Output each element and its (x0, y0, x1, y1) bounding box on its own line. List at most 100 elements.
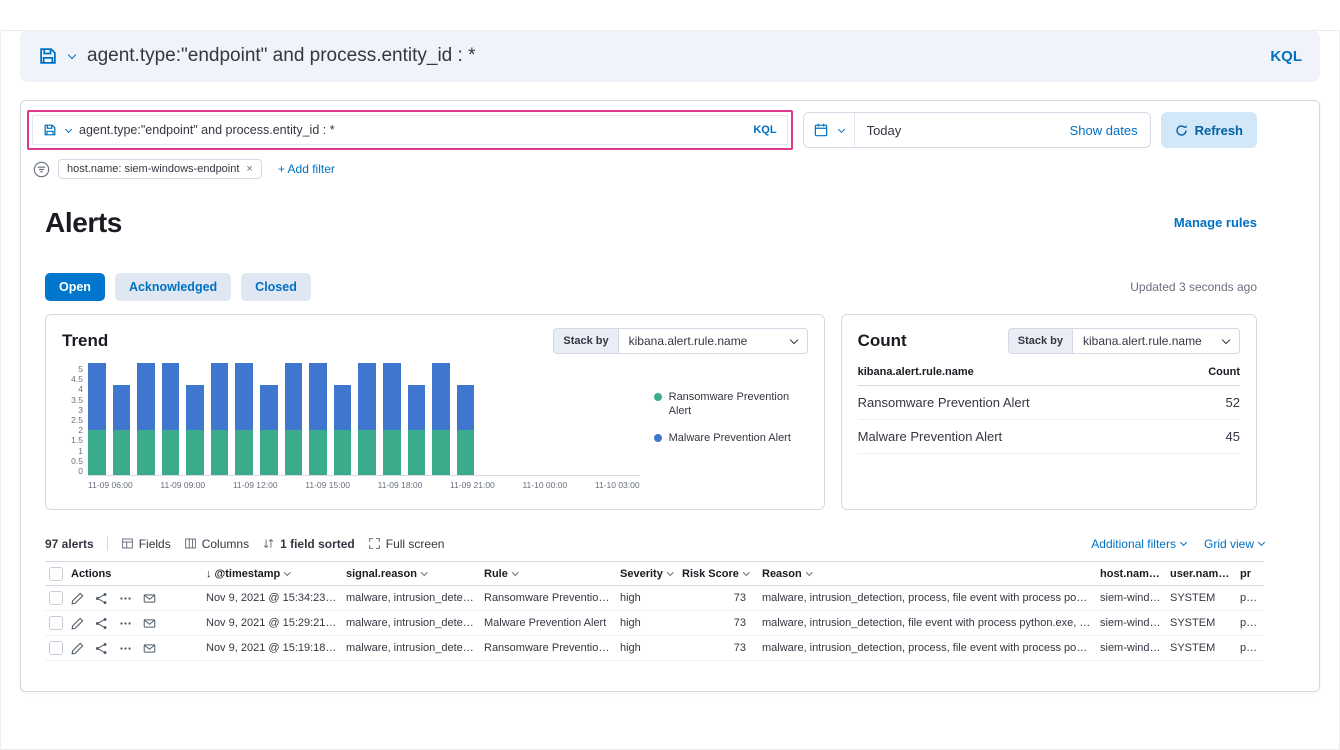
investigate-in-timeline-icon[interactable] (71, 642, 84, 655)
select-all-checkbox[interactable] (49, 567, 63, 581)
column-header-signal-reason[interactable]: signal.reason (346, 568, 484, 580)
full-screen-button[interactable]: Full screen (368, 537, 445, 551)
trend-stack-by-control: Stack by kibana.alert.rule.name (553, 328, 807, 354)
row-checkbox[interactable] (49, 591, 63, 605)
calendar-icon (814, 123, 828, 137)
sort-desc-icon: ↓ (206, 568, 212, 580)
query-input[interactable]: agent.type:"endpoint" and process.entity… (87, 45, 1258, 67)
count-table-row[interactable]: Malware Prevention Alert45 (858, 420, 1240, 454)
event-details-icon[interactable] (143, 617, 156, 630)
updated-status-text: Updated 3 seconds ago (1130, 280, 1257, 294)
trend-panel: Trend Stack by kibana.alert.rule.name 54… (45, 314, 825, 510)
query-input[interactable]: agent.type:"endpoint" and process.entity… (79, 123, 745, 137)
analyze-event-icon[interactable] (95, 617, 108, 630)
chevron-down-icon (667, 569, 673, 575)
y-tick-label: 4 (78, 384, 83, 394)
event-details-icon[interactable] (143, 592, 156, 605)
additional-filters-dropdown[interactable]: Additional filters (1091, 537, 1186, 551)
show-dates-link[interactable]: Show dates (1070, 123, 1150, 138)
column-header--timestamp[interactable]: ↓@timestamp (206, 568, 346, 580)
bar-segment-ransomware-prevention-alert (211, 430, 229, 475)
tab-open[interactable]: Open (45, 273, 105, 301)
analyze-event-icon[interactable] (95, 592, 108, 605)
bar-segment-ransomware-prevention-alert (334, 430, 352, 475)
y-tick-label: 3 (78, 405, 83, 415)
count-title: Count (858, 331, 907, 351)
sort-icon (262, 537, 275, 550)
grid-view-dropdown[interactable]: Grid view (1204, 537, 1264, 551)
column-header-severity[interactable]: Severity (620, 568, 682, 580)
remove-filter-icon[interactable]: × (246, 163, 252, 175)
rule-cell: Ransomware Prevention Al... (484, 592, 620, 604)
fields-button[interactable]: Fields (121, 537, 171, 551)
signal-reason-cell: malware, intrusion_detectio... (346, 617, 484, 629)
trend-bar (186, 385, 204, 475)
columns-button[interactable]: Columns (184, 537, 249, 551)
bar-segment-malware-prevention-alert (358, 363, 376, 430)
date-picker-calendar-button[interactable] (804, 113, 855, 147)
count-stack-by-select[interactable]: kibana.alert.rule.name (1072, 328, 1240, 354)
chevron-down-icon (743, 569, 749, 575)
fields-icon (121, 537, 134, 550)
status-tabs: Open Acknowledged Closed (45, 273, 311, 301)
y-tick-label: 1.5 (71, 435, 83, 445)
event-details-icon[interactable] (143, 642, 156, 655)
analyze-event-icon[interactable] (95, 642, 108, 655)
filter-pill-label: host.name: siem-windows-endpoint (67, 163, 239, 175)
investigate-in-timeline-icon[interactable] (71, 617, 84, 630)
date-picker[interactable]: Today Show dates (803, 112, 1151, 148)
risk-score-cell: 73 (682, 617, 762, 629)
trend-title: Trend (62, 331, 108, 351)
column-header-rule[interactable]: Rule (484, 568, 620, 580)
refresh-button[interactable]: Refresh (1161, 112, 1257, 148)
alert-table-row: Nov 9, 2021 @ 15:29:21.102malware, intru… (45, 611, 1264, 636)
alerts-count: 97 alerts (45, 537, 94, 551)
manage-rules-link[interactable]: Manage rules (1174, 215, 1257, 230)
more-actions-icon[interactable] (119, 642, 132, 655)
query-bar-zoomed: agent.type:"endpoint" and process.entity… (20, 30, 1320, 82)
x-tick-label: 11-09 06:00 (88, 480, 133, 490)
filter-pill-host-name[interactable]: host.name: siem-windows-endpoint × (58, 159, 262, 179)
bar-segment-malware-prevention-alert (211, 363, 229, 430)
column-header-user-name[interactable]: user.name (1170, 568, 1240, 580)
more-actions-icon[interactable] (119, 592, 132, 605)
kql-label[interactable]: KQL (1270, 48, 1302, 65)
rule-count: 45 (1226, 429, 1240, 444)
y-tick-label: 0 (78, 466, 83, 476)
more-actions-icon[interactable] (119, 617, 132, 630)
rule-name: Ransomware Prevention Alert (858, 395, 1030, 410)
process-cell: po... (1240, 592, 1264, 604)
saved-query-menu-button[interactable] (43, 123, 71, 137)
count-table-row[interactable]: Ransomware Prevention Alert52 (858, 386, 1240, 420)
query-bar[interactable]: agent.type:"endpoint" and process.entity… (32, 115, 788, 145)
tab-acknowledged[interactable]: Acknowledged (115, 273, 231, 301)
bar-segment-malware-prevention-alert (309, 363, 327, 430)
bar-segment-ransomware-prevention-alert (285, 430, 303, 475)
rule-cell: Malware Prevention Alert (484, 617, 620, 629)
y-tick-label: 3.5 (71, 395, 83, 405)
user-name-cell: SYSTEM (1170, 592, 1240, 604)
trend-stack-by-select[interactable]: kibana.alert.rule.name (618, 328, 808, 354)
row-checkbox[interactable] (49, 641, 63, 655)
add-filter-link[interactable]: + Add filter (278, 162, 335, 176)
bar-segment-malware-prevention-alert (285, 363, 303, 430)
x-tick-label: 11-09 15:00 (305, 480, 350, 490)
save-icon (38, 46, 58, 66)
investigate-in-timeline-icon[interactable] (71, 592, 84, 605)
date-range-value[interactable]: Today (855, 123, 1070, 138)
row-checkbox[interactable] (49, 616, 63, 630)
x-tick-label: 11-09 21:00 (450, 480, 495, 490)
tab-closed[interactable]: Closed (241, 273, 311, 301)
alerts-toolbar: 97 alerts Fields Columns 1 field sorted (45, 536, 1264, 551)
filter-menu-icon[interactable] (33, 161, 50, 178)
reason-cell: malware, intrusion_detection, process, f… (762, 592, 1100, 604)
column-header-reason[interactable]: Reason (762, 568, 1100, 580)
column-header-risk-score[interactable]: Risk Score (682, 568, 762, 580)
sorted-fields-button[interactable]: 1 field sorted (262, 537, 355, 551)
kql-label[interactable]: KQL (753, 124, 776, 136)
severity-cell: high (620, 592, 682, 604)
x-tick-label: 11-09 12:00 (233, 480, 278, 490)
saved-query-menu-button[interactable] (38, 46, 75, 66)
column-header-host-name[interactable]: host.name (1100, 568, 1170, 580)
bar-segment-ransomware-prevention-alert (309, 430, 327, 475)
